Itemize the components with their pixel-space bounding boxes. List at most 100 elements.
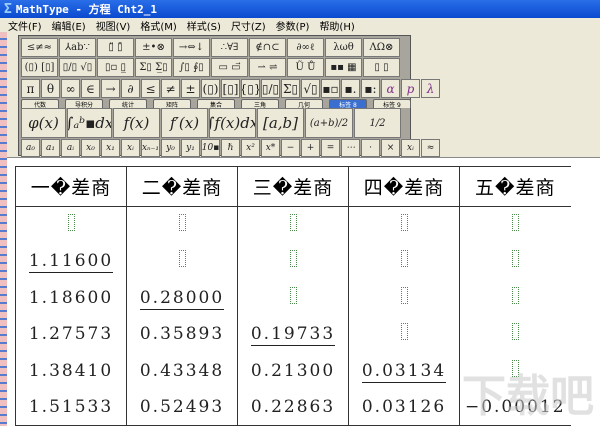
- empty-slot-placeholder[interactable]: [511, 250, 519, 268]
- palette-button[interactable]: Ũ Ů: [287, 58, 324, 77]
- palette-button[interactable]: ▯/▯ √▯: [59, 58, 96, 77]
- table-cell[interactable]: 0.03134: [348, 352, 460, 389]
- menu-item[interactable]: 参数(P): [276, 18, 310, 33]
- table-cell[interactable]: 1.38410: [15, 352, 127, 389]
- palette-button[interactable]: ⋯: [341, 139, 360, 157]
- palette-tab[interactable]: 三角: [241, 99, 279, 109]
- empty-slot-placeholder[interactable]: [511, 286, 519, 304]
- table-cell[interactable]: [348, 279, 460, 316]
- palette-button[interactable]: λωθ: [325, 38, 362, 57]
- palette-button[interactable]: ≤≠≈: [21, 38, 58, 57]
- palette-tab[interactable]: 几何: [285, 99, 323, 109]
- palette-tab[interactable]: 矩阵: [153, 99, 191, 109]
- empty-slot-placeholder[interactable]: [400, 323, 408, 341]
- palette-button[interactable]: ±: [181, 79, 200, 98]
- table-cell[interactable]: 0.43348: [126, 352, 238, 389]
- table-cell[interactable]: 0.21300: [237, 352, 349, 389]
- table-cell[interactable]: 1.51533: [15, 389, 127, 426]
- empty-slot-placeholder[interactable]: [67, 214, 75, 231]
- palette-button[interactable]: ∉∩⊂: [249, 38, 286, 57]
- palette-button[interactable]: Σ▯: [281, 79, 300, 98]
- empty-slot-placeholder[interactable]: [289, 286, 297, 304]
- palette-button[interactable]: ▯/▯: [261, 79, 280, 98]
- palette-button[interactable]: ∂: [121, 79, 140, 98]
- palette-button[interactable]: α: [381, 79, 400, 98]
- palette-button[interactable]: ▪:: [361, 79, 380, 98]
- table-cell[interactable]: [237, 243, 349, 280]
- palette-button[interactable]: 10▪: [201, 139, 220, 157]
- empty-slot-placeholder[interactable]: [400, 214, 408, 231]
- template-button[interactable]: f′(x): [161, 108, 208, 138]
- empty-slot-placeholder[interactable]: [400, 286, 408, 304]
- palette-button[interactable]: aᵢ: [61, 139, 80, 157]
- empty-slot-placeholder[interactable]: [511, 214, 519, 231]
- empty-slot-placeholder[interactable]: [511, 323, 519, 341]
- empty-slot-placeholder[interactable]: [178, 250, 186, 268]
- template-button[interactable]: ∫ₐᵇ▪dx: [67, 108, 112, 138]
- palette-button[interactable]: {▯}: [241, 79, 260, 98]
- palette-button[interactable]: x²: [241, 139, 260, 157]
- palette-button[interactable]: ΛΩ⊗: [363, 38, 400, 57]
- palette-tab[interactable]: 统计: [109, 99, 147, 109]
- palette-tab[interactable]: 导积分: [65, 99, 103, 109]
- palette-tab[interactable]: 标签 9: [373, 99, 411, 109]
- table-cell[interactable]: [126, 243, 238, 280]
- palette-button[interactable]: →⇔↓: [173, 38, 210, 57]
- palette-button[interactable]: ≠: [161, 79, 180, 98]
- palette-button[interactable]: ∞: [61, 79, 80, 98]
- palette-button[interactable]: ℏ: [221, 139, 240, 157]
- menu-item[interactable]: 样式(S): [187, 18, 221, 33]
- palette-button[interactable]: x*: [261, 139, 280, 157]
- palette-button[interactable]: −: [281, 139, 300, 157]
- palette-button[interactable]: π: [21, 79, 40, 98]
- empty-slot-placeholder[interactable]: [400, 250, 408, 268]
- table-cell[interactable]: 1.11600: [15, 243, 127, 280]
- table-cell[interactable]: 0.52493: [126, 389, 238, 426]
- palette-button[interactable]: a₁: [41, 139, 60, 157]
- palette-button[interactable]: y₀: [161, 139, 180, 157]
- table-cell[interactable]: 0.22863: [237, 389, 349, 426]
- table-cell[interactable]: [126, 206, 238, 243]
- menu-item[interactable]: 视图(V): [96, 18, 131, 33]
- empty-slot-placeholder[interactable]: [289, 250, 297, 268]
- palette-button[interactable]: a₀: [21, 139, 40, 157]
- palette-button[interactable]: y₁: [181, 139, 200, 157]
- template-button[interactable]: ∫f(x)dx: [209, 108, 256, 138]
- palette-button[interactable]: =: [321, 139, 340, 157]
- palette-button[interactable]: x₀: [81, 139, 100, 157]
- template-button[interactable]: f(x): [113, 108, 160, 138]
- palette-button[interactable]: ∴∀∃: [211, 38, 248, 57]
- palette-button[interactable]: ▪▪ ▦: [325, 58, 362, 77]
- palette-button[interactable]: ▯̈ ▯̄: [97, 38, 134, 57]
- table-cell[interactable]: 0.19733: [237, 316, 349, 353]
- palette-button[interactable]: ≤: [141, 79, 160, 98]
- palette-button[interactable]: ∂∞ℓ: [287, 38, 324, 57]
- palette-button[interactable]: ∫▯ ∮▯: [173, 58, 210, 77]
- table-cell[interactable]: [348, 243, 460, 280]
- palette-button[interactable]: xᵢ: [121, 139, 140, 157]
- palette-button[interactable]: [▯]: [221, 79, 240, 98]
- palette-button[interactable]: →: [101, 79, 120, 98]
- table-cell[interactable]: [237, 279, 349, 316]
- palette-button[interactable]: θ: [41, 79, 60, 98]
- palette-button[interactable]: p: [401, 79, 420, 98]
- menu-item[interactable]: 格式(M): [140, 18, 176, 33]
- palette-button[interactable]: ·: [361, 139, 380, 157]
- palette-button[interactable]: x₁: [101, 139, 120, 157]
- menu-item[interactable]: 尺寸(Z): [231, 18, 266, 33]
- palette-button[interactable]: ⇀ ⇌: [249, 58, 286, 77]
- palette-button[interactable]: +: [301, 139, 320, 157]
- table-cell[interactable]: 0.35893: [126, 316, 238, 353]
- table-cell[interactable]: [459, 206, 571, 243]
- table-cell[interactable]: 1.27573: [15, 316, 127, 353]
- palette-button[interactable]: xₙ₋₁: [141, 139, 160, 157]
- menu-item[interactable]: 帮助(H): [319, 18, 354, 33]
- palette-tab[interactable]: 代数: [21, 99, 59, 109]
- palette-button[interactable]: (▯) [▯]: [21, 58, 58, 77]
- equation-editor[interactable]: 一�差商 二�差商 三�差商 四�差商 五�差商 1.11600 1.18600 0.280…: [7, 158, 600, 426]
- table-cell[interactable]: [459, 316, 571, 353]
- table-cell[interactable]: 1.18600: [15, 279, 127, 316]
- palette-button[interactable]: ∈: [81, 79, 100, 98]
- palette-button[interactable]: Σ▯ Σ̲▯: [135, 58, 172, 77]
- palette-button[interactable]: ▯ ▯: [363, 58, 400, 77]
